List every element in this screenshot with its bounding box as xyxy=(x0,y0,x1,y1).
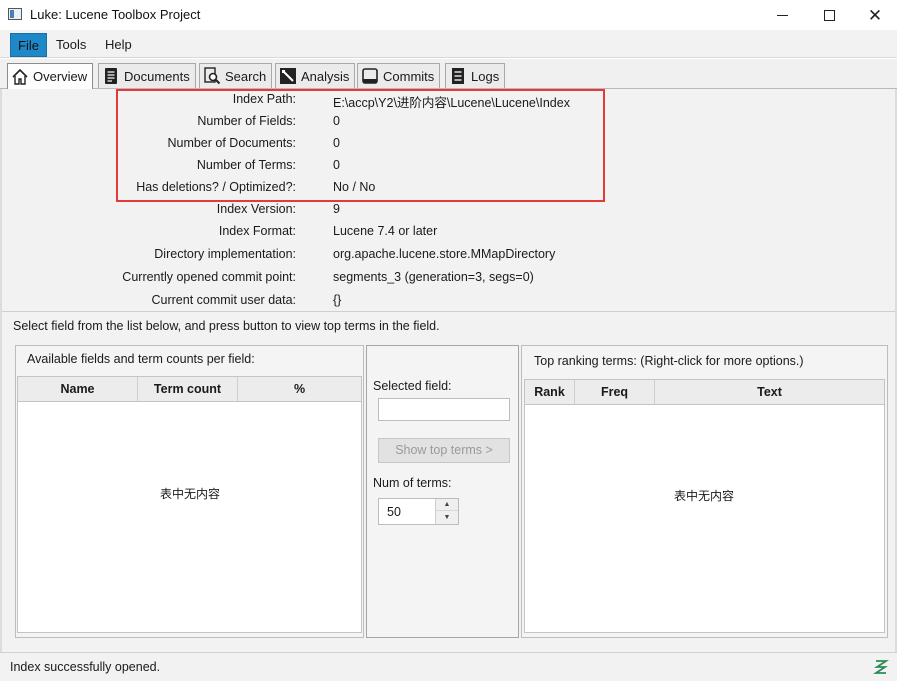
tab-bar: Overview Documents Search Analysis Commi… xyxy=(0,59,897,89)
field-selection-panel: Selected field: Show top terms > Num of … xyxy=(366,345,519,638)
fields-panel-title: Available fields and term counts per fie… xyxy=(27,352,255,366)
tab-documents[interactable]: Documents xyxy=(98,63,196,88)
index-version-value: 9 xyxy=(333,202,340,216)
num-terms-label: Num of terms: xyxy=(373,476,452,490)
tab-search[interactable]: Search xyxy=(199,63,273,88)
number-of-documents-value: 0 xyxy=(333,136,340,150)
directory-implementation-label: Directory implementation: xyxy=(154,247,296,261)
row-commit-point: Currently opened commit point: segments_… xyxy=(2,267,897,289)
tab-label: Analysis xyxy=(301,68,350,84)
chevron-up-icon: ▲ xyxy=(443,501,451,508)
divider xyxy=(2,311,895,312)
status-text: Index successfully opened. xyxy=(10,660,161,674)
analysis-icon xyxy=(279,67,297,85)
minimize-icon xyxy=(776,14,788,16)
number-of-fields-value: 0 xyxy=(333,114,340,128)
commit-point-label: Currently opened commit point: xyxy=(122,270,296,284)
table-header: Rank Freq Text xyxy=(525,380,884,405)
chevron-down-icon: ▼ xyxy=(443,513,451,521)
row-deletions-optimized: Has deletions? / Optimized?: No / No xyxy=(2,177,897,199)
menu-help[interactable]: Help xyxy=(97,33,140,57)
tab-label: Logs xyxy=(471,68,500,84)
tab-commits[interactable]: Commits xyxy=(357,63,441,88)
show-top-terms-button[interactable]: Show top terms > xyxy=(378,438,510,463)
number-of-fields-label: Number of Fields: xyxy=(197,114,296,128)
status-bar: Index successfully opened. xyxy=(0,652,897,681)
selected-field-label: Selected field: xyxy=(373,379,452,393)
row-index-path: Index Path: E:\accp\Y2\进阶内容\Lucene\Lucen… xyxy=(2,89,897,111)
column-header-text[interactable]: Text xyxy=(655,380,884,404)
increment-button[interactable]: ▲ xyxy=(436,499,458,511)
num-terms-spinner[interactable]: 50 ▲ ▼ xyxy=(378,498,459,525)
column-header-freq[interactable]: Freq xyxy=(575,380,655,404)
maximize-button[interactable] xyxy=(806,0,852,30)
column-header-term-count[interactable]: Term count xyxy=(138,377,238,401)
table-header: Name Term count % xyxy=(18,377,361,402)
row-number-of-fields: Number of Fields: 0 xyxy=(2,111,897,133)
column-header-percent[interactable]: % xyxy=(238,377,361,401)
menu-bar: File Tools Help xyxy=(0,30,897,58)
column-header-name[interactable]: Name xyxy=(18,377,138,401)
row-index-version: Index Version: 9 xyxy=(2,199,897,221)
tab-label: Overview xyxy=(33,69,88,84)
tab-logs[interactable]: Logs xyxy=(445,63,506,88)
number-of-terms-label: Number of Terms: xyxy=(196,158,296,172)
spinner-buttons: ▲ ▼ xyxy=(435,499,458,524)
row-number-of-documents: Number of Documents: 0 xyxy=(2,133,897,155)
window-title: Luke: Lucene Toolbox Project xyxy=(30,7,201,22)
tab-analysis[interactable]: Analysis xyxy=(275,63,356,88)
commit-user-data-label: Current commit user data: xyxy=(151,293,297,307)
tab-overview[interactable]: Overview xyxy=(7,63,94,89)
number-of-documents-label: Number of Documents: xyxy=(167,136,296,150)
empty-table-message: 表中无内容 xyxy=(674,489,735,503)
index-version-label: Index Version: xyxy=(216,202,296,216)
commits-icon xyxy=(361,67,379,85)
tab-label: Commits xyxy=(383,68,435,84)
fields-panel: Available fields and term counts per fie… xyxy=(15,345,364,638)
minimize-button[interactable] xyxy=(759,0,805,30)
top-terms-panel-title: Top ranking terms: (Right-click for more… xyxy=(534,354,804,368)
row-directory-implementation: Directory implementation: org.apache.luc… xyxy=(2,244,897,266)
document-icon xyxy=(102,67,120,85)
index-format-label: Index Format: xyxy=(218,224,296,238)
title-bar: Luke: Lucene Toolbox Project ✕ xyxy=(0,0,897,30)
overview-panel: Index Path: E:\accp\Y2\进阶内容\Lucene\Lucen… xyxy=(0,89,897,652)
selected-field-input[interactable] xyxy=(378,398,510,421)
index-path-value: E:\accp\Y2\进阶内容\Lucene\Lucene\Index xyxy=(333,96,570,110)
status-indicator-icon xyxy=(873,658,889,676)
decrement-button[interactable]: ▼ xyxy=(436,511,458,523)
instruction-text: Select field from the list below, and pr… xyxy=(13,319,440,333)
row-index-format: Index Format: Lucene 7.4 or later xyxy=(2,221,897,243)
directory-implementation-value: org.apache.lucene.store.MMapDirectory xyxy=(333,247,556,261)
close-button[interactable]: ✕ xyxy=(852,0,897,30)
row-number-of-terms: Number of Terms: 0 xyxy=(2,155,897,177)
number-of-terms-value: 0 xyxy=(333,158,340,172)
tab-label: Documents xyxy=(124,68,190,84)
deletions-optimized-value: No / No xyxy=(333,180,376,194)
menu-tools[interactable]: Tools xyxy=(48,33,94,57)
menu-file[interactable]: File xyxy=(10,33,47,57)
num-terms-value: 50 xyxy=(387,505,401,519)
fields-table[interactable]: Name Term count % 表中无内容 xyxy=(17,376,362,633)
row-commit-user-data: Current commit user data: {} xyxy=(2,290,897,312)
search-icon xyxy=(203,67,221,85)
top-terms-panel: Top ranking terms: (Right-click for more… xyxy=(521,345,888,638)
commit-point-value: segments_3 (generation=3, segs=0) xyxy=(333,270,534,284)
deletions-optimized-label: Has deletions? / Optimized?: xyxy=(136,180,296,194)
index-path-label: Index Path: xyxy=(232,92,296,106)
commit-user-data-value: {} xyxy=(333,293,342,307)
index-format-value: Lucene 7.4 or later xyxy=(333,224,438,238)
maximize-icon xyxy=(823,9,835,21)
home-icon xyxy=(11,68,29,86)
tab-label: Search xyxy=(225,68,267,84)
top-terms-table[interactable]: Rank Freq Text 表中无内容 xyxy=(524,379,885,633)
close-icon: ✕ xyxy=(867,5,883,25)
column-header-rank[interactable]: Rank xyxy=(525,380,575,404)
empty-table-message: 表中无内容 xyxy=(160,487,221,501)
app-icon xyxy=(8,8,22,20)
logs-icon xyxy=(449,67,467,85)
